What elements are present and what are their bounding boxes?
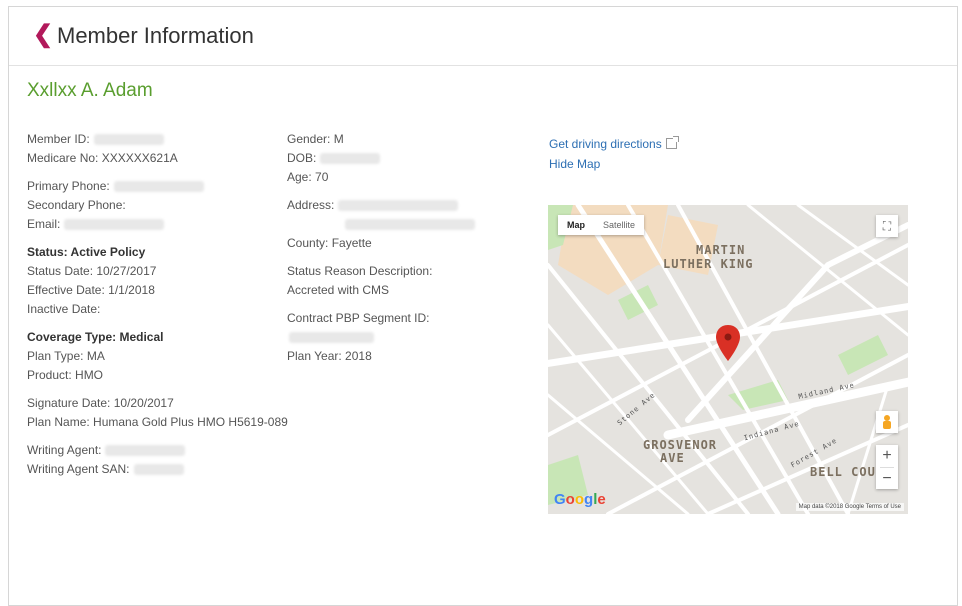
map-label-grosvenor-2: AVE bbox=[660, 451, 685, 465]
writing-agent-label: Writing Agent: bbox=[27, 443, 102, 457]
secondary-phone-label: Secondary Phone: bbox=[27, 198, 126, 212]
map-label-mlk-2: LUTHER KING bbox=[663, 257, 754, 271]
coverage-heading: Coverage Type: Medical bbox=[27, 330, 164, 344]
redacted-value bbox=[113, 181, 204, 193]
redacted-value bbox=[105, 445, 186, 457]
page-title: Member Information bbox=[57, 23, 254, 48]
product: Product: HMO bbox=[27, 368, 104, 382]
location-map[interactable]: MARTIN LUTHER KING GROSVENOR AVE BELL CO… bbox=[548, 205, 908, 514]
dob-label: DOB: bbox=[287, 151, 317, 165]
redacted-value bbox=[338, 200, 459, 212]
county: County: Fayette bbox=[287, 236, 372, 250]
map-label-grosvenor-1: GROSVENOR bbox=[643, 438, 718, 452]
google-logo: Google bbox=[554, 491, 606, 508]
plan-type: Plan Type: MA bbox=[27, 349, 105, 363]
map-label-bell-court: BELL COU bbox=[810, 465, 876, 479]
status-reason-label: Status Reason Description: bbox=[287, 264, 433, 278]
map-links: Get driving directions Hide Map bbox=[549, 134, 679, 174]
zoom-control: + − bbox=[876, 445, 898, 489]
redacted-value bbox=[320, 153, 381, 165]
street-view-pegman-icon[interactable] bbox=[876, 411, 898, 433]
gender: Gender: M bbox=[287, 132, 344, 146]
member-name: Xxllxx A. Adam bbox=[27, 80, 153, 101]
zoom-in-button[interactable]: + bbox=[876, 445, 898, 467]
chevron-left-icon[interactable]: ❮ bbox=[33, 21, 53, 49]
plan-name: Plan Name: Humana Gold Plus HMO H5619-08… bbox=[27, 415, 288, 429]
map-attribution[interactable]: Map data ©2018 Google Terms of Use bbox=[795, 503, 904, 511]
writing-agent-san-label: Writing Agent SAN: bbox=[27, 462, 130, 476]
redacted-value bbox=[93, 134, 164, 146]
contract-pbp-label: Contract PBP Segment ID: bbox=[287, 311, 430, 325]
redacted-value bbox=[289, 332, 374, 344]
effective-date: Effective Date: 1/1/2018 bbox=[27, 283, 155, 297]
status-heading: Status: Active Policy bbox=[27, 245, 146, 259]
inactive-date: Inactive Date: bbox=[27, 302, 101, 316]
signature-date: Signature Date: 10/20/2017 bbox=[27, 396, 174, 410]
redacted-value bbox=[133, 464, 184, 476]
member-details-column: Member ID: Medicare No: XXXXXX621A Prima… bbox=[27, 130, 288, 479]
zoom-out-button[interactable]: − bbox=[876, 468, 898, 490]
page-header: ❮ Member Information bbox=[9, 7, 957, 66]
map-type-map-button[interactable]: Map bbox=[558, 215, 594, 235]
member-id-label: Member ID: bbox=[27, 132, 90, 146]
redacted-value bbox=[345, 219, 475, 231]
demographics-column: Gender: M DOB: Age: 70 Address: County: … bbox=[287, 130, 507, 366]
medicare-number: Medicare No: XXXXXX621A bbox=[27, 151, 178, 165]
plan-year: Plan Year: 2018 bbox=[287, 349, 372, 363]
redacted-value bbox=[64, 219, 165, 231]
map-type-satellite-button[interactable]: Satellite bbox=[594, 215, 644, 235]
driving-directions-link[interactable]: Get driving directions bbox=[549, 137, 662, 151]
external-link-icon bbox=[665, 136, 679, 150]
email-label: Email: bbox=[27, 217, 61, 231]
status-reason-value: Accreted with CMS bbox=[287, 283, 390, 297]
age: Age: 70 bbox=[287, 170, 329, 184]
map-label-mlk-1: MARTIN bbox=[696, 243, 746, 257]
primary-phone-label: Primary Phone: bbox=[27, 179, 110, 193]
fullscreen-icon[interactable]: ⛶ bbox=[876, 215, 898, 237]
hide-map-link[interactable]: Hide Map bbox=[549, 157, 600, 171]
status-date: Status Date: 10/27/2017 bbox=[27, 264, 157, 278]
address-label: Address: bbox=[287, 198, 335, 212]
map-type-control: Map Satellite bbox=[558, 215, 645, 235]
